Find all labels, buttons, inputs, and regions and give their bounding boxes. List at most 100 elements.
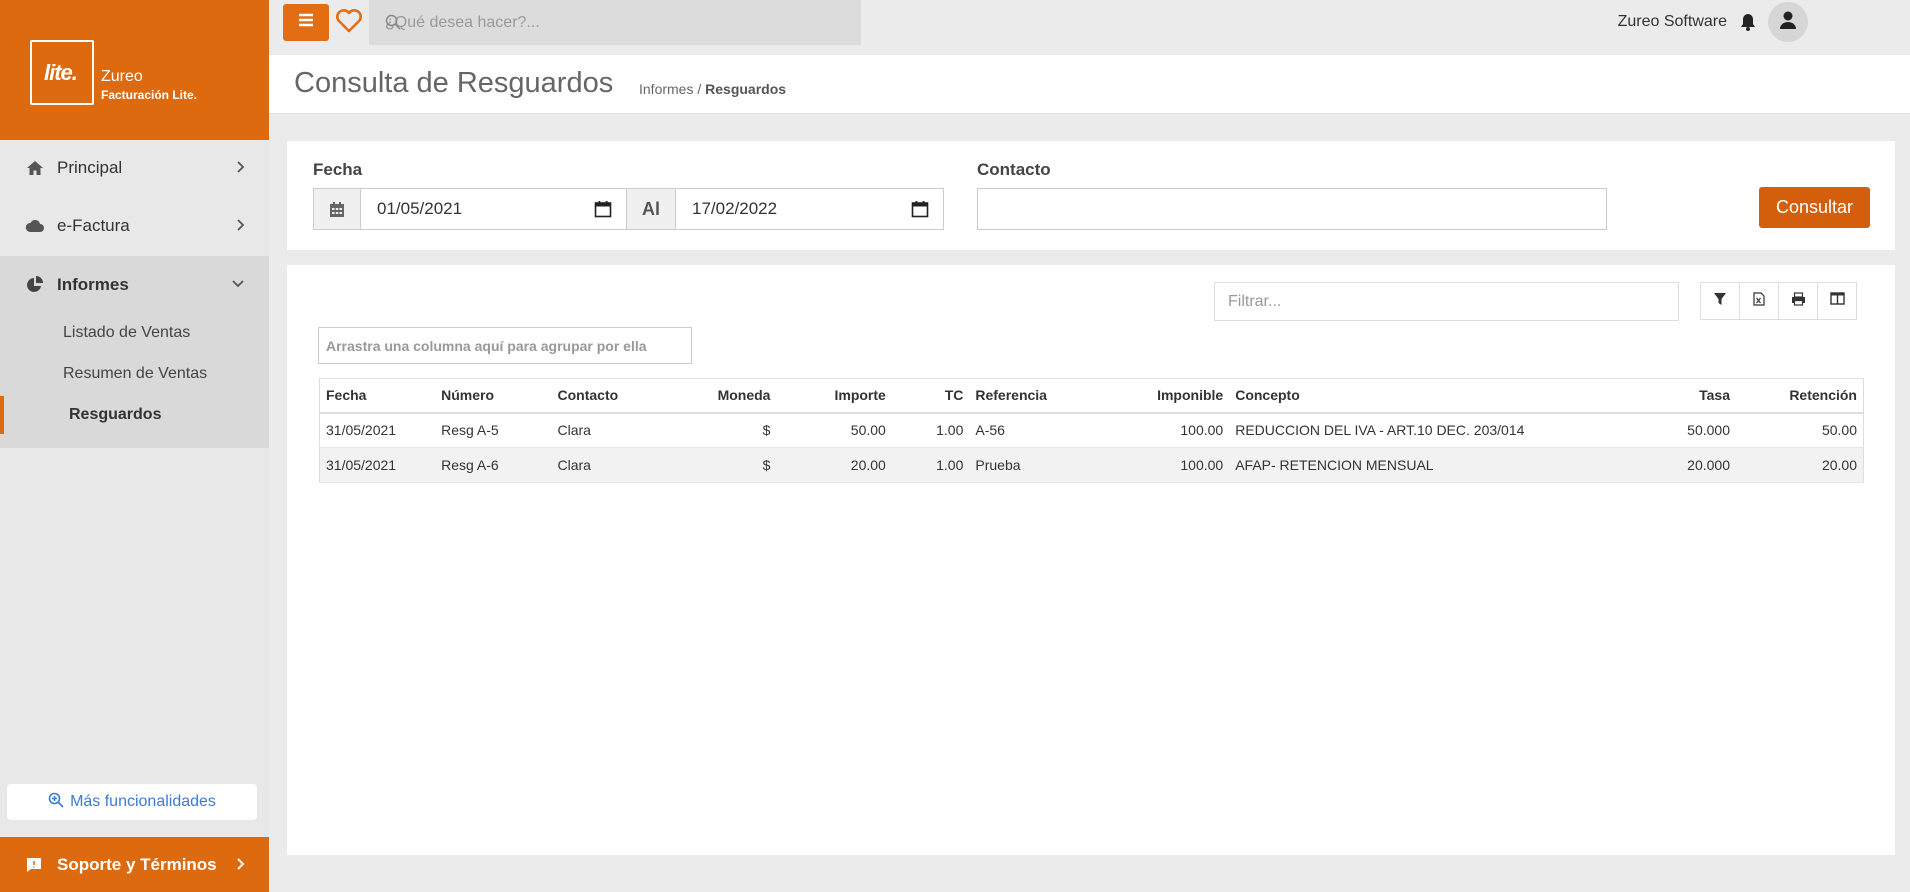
active-indicator (0, 396, 4, 434)
column-header[interactable]: Fecha (319, 378, 436, 414)
column-header[interactable]: Importe (776, 378, 892, 414)
table-cell: 50.00 (776, 412, 892, 448)
column-header[interactable]: Concepto (1229, 378, 1609, 414)
contacto-label: Contacto (977, 160, 1051, 179)
page-title: Consulta de Resguardos (294, 67, 614, 99)
column-header[interactable]: Contacto (551, 378, 665, 414)
informes-submenu: Listado de Ventas Resumen de Ventas Resg… (0, 314, 269, 448)
table-cell: 50.000 (1608, 412, 1736, 448)
sidebar-item-informes[interactable]: Informes (0, 256, 269, 314)
chevron-right-icon (235, 159, 245, 179)
topbar: ¿Qué desea hacer?... Zureo Software (269, 0, 1910, 55)
support-terms-button[interactable]: Soporte y Términos (0, 837, 269, 892)
grid-filter-input[interactable]: Filtrar... (1214, 282, 1679, 321)
table-row[interactable]: 31/05/2021 Resg A-6 Clara $ 20.00 1.00 P… (319, 447, 1864, 483)
table-cell: $ (664, 447, 777, 483)
company-name[interactable]: Zureo Software (1618, 13, 1727, 31)
user-avatar[interactable] (1768, 2, 1808, 42)
home-icon (25, 160, 45, 176)
favorites-heart-icon[interactable] (335, 8, 363, 39)
table-cell: AFAP- RETENCION MENSUAL (1229, 447, 1609, 483)
support-label: Soporte y Términos (57, 854, 217, 874)
filter-button[interactable] (1700, 282, 1740, 320)
submenu-item-resguardos[interactable]: Resguardos (69, 406, 161, 424)
resguardos-table: Fecha Número Contacto Moneda Importe TC … (319, 378, 1864, 483)
group-hint: Arrastra una columna aquí para agrupar p… (326, 338, 647, 354)
table-cell: 100.00 (1088, 412, 1230, 448)
search-bar[interactable]: ¿Qué desea hacer?... (369, 0, 861, 45)
chevron-right-icon (235, 217, 245, 237)
column-header[interactable]: Número (435, 378, 552, 414)
sidebar-item-label: Principal (57, 158, 123, 177)
chat-icon (25, 856, 43, 874)
results-panel: Filtrar... Arrastra una columna aquí par… (287, 265, 1895, 855)
calendar-picker-icon[interactable] (911, 200, 929, 223)
sidebar-item-principal[interactable]: Principal (0, 139, 269, 197)
table-cell: 31/05/2021 (319, 412, 436, 448)
grid-filter-placeholder: Filtrar... (1228, 293, 1282, 310)
column-chooser-button[interactable] (1817, 282, 1857, 320)
table-cell: Clara (551, 447, 665, 483)
table-cell: Resg A-5 (435, 412, 552, 448)
date-from-value: 01/05/2021 (377, 199, 463, 218)
page-header: Consulta de Resguardos Informes / Resgua… (269, 55, 1910, 114)
column-header[interactable]: TC (891, 378, 970, 414)
sidebar-item-efactura[interactable]: e-Factura (0, 197, 269, 255)
lite-logo[interactable]: lite. (30, 40, 94, 105)
pie-chart-icon (25, 276, 45, 294)
consultar-button[interactable]: Consultar (1759, 187, 1870, 228)
table-cell: 20.000 (1608, 447, 1736, 483)
hamburger-icon (298, 13, 314, 32)
column-header[interactable]: Referencia (969, 378, 1089, 414)
cloud-icon (25, 219, 45, 233)
table-cell: 100.00 (1088, 447, 1230, 483)
calendar-icon (314, 189, 361, 229)
submenu-item-resumen-ventas[interactable]: Resumen de Ventas (63, 365, 207, 383)
sidebar-item-label: Informes (57, 275, 129, 294)
submenu-item-listado-ventas[interactable]: Listado de Ventas (63, 324, 190, 342)
calendar-picker-icon[interactable] (594, 200, 612, 223)
sidebar: lite. Zureo Facturación Lite. Principal … (0, 0, 269, 892)
excel-file-icon (1753, 291, 1765, 311)
more-features-button[interactable]: Más funcionalidades (7, 784, 257, 820)
zoom-plus-icon (48, 792, 64, 813)
breadcrumb: Informes / Resguardos (639, 81, 786, 97)
export-excel-button[interactable] (1739, 282, 1779, 320)
chevron-down-icon (231, 276, 245, 296)
menu-toggle-button[interactable] (283, 4, 329, 41)
group-by-panel[interactable]: Arrastra una columna aquí para agrupar p… (318, 327, 692, 364)
sidebar-item-label: e-Factura (57, 216, 130, 235)
column-header[interactable]: Retención (1736, 378, 1864, 414)
logo-text: lite. (44, 60, 78, 85)
column-header[interactable]: Tasa (1608, 378, 1736, 414)
date-range-group: 01/05/2021 Al 17/02/2022 (313, 188, 944, 230)
brand-name: Zureo (101, 68, 143, 85)
print-button[interactable] (1778, 282, 1818, 320)
al-label: Al (626, 189, 676, 229)
search-icon[interactable] (385, 14, 847, 35)
date-to-value: 17/02/2022 (692, 199, 778, 218)
table-row[interactable]: 31/05/2021 Resg A-5 Clara $ 50.00 1.00 A… (319, 412, 1864, 448)
chevron-right-icon (235, 856, 245, 876)
date-to-input[interactable]: 17/02/2022 (676, 189, 943, 229)
table-cell: 20.00 (1736, 447, 1864, 483)
breadcrumb-parent[interactable]: Informes (639, 81, 693, 97)
brand-subtitle: Facturación Lite. (101, 88, 198, 102)
table-cell: 1.00 (891, 447, 970, 483)
columns-icon (1829, 292, 1845, 310)
table-header-row: Fecha Número Contacto Moneda Importe TC … (319, 378, 1864, 414)
date-from-input[interactable]: 01/05/2021 (361, 189, 626, 229)
bell-icon[interactable] (1739, 12, 1757, 37)
printer-icon (1791, 291, 1806, 311)
more-features-label: Más funcionalidades (70, 793, 216, 810)
table-cell: 50.00 (1736, 412, 1864, 448)
table-cell: 1.00 (891, 412, 970, 448)
table-cell: 20.00 (776, 447, 892, 483)
breadcrumb-current: Resguardos (705, 81, 787, 97)
brand-header: lite. Zureo Facturación Lite. (0, 0, 269, 140)
table-cell: REDUCCION DEL IVA - ART.10 DEC. 203/014 (1229, 412, 1609, 448)
column-header[interactable]: Moneda (664, 378, 777, 414)
table-cell: 31/05/2021 (319, 447, 436, 483)
contacto-input[interactable] (977, 188, 1607, 230)
column-header[interactable]: Imponible (1088, 378, 1230, 414)
